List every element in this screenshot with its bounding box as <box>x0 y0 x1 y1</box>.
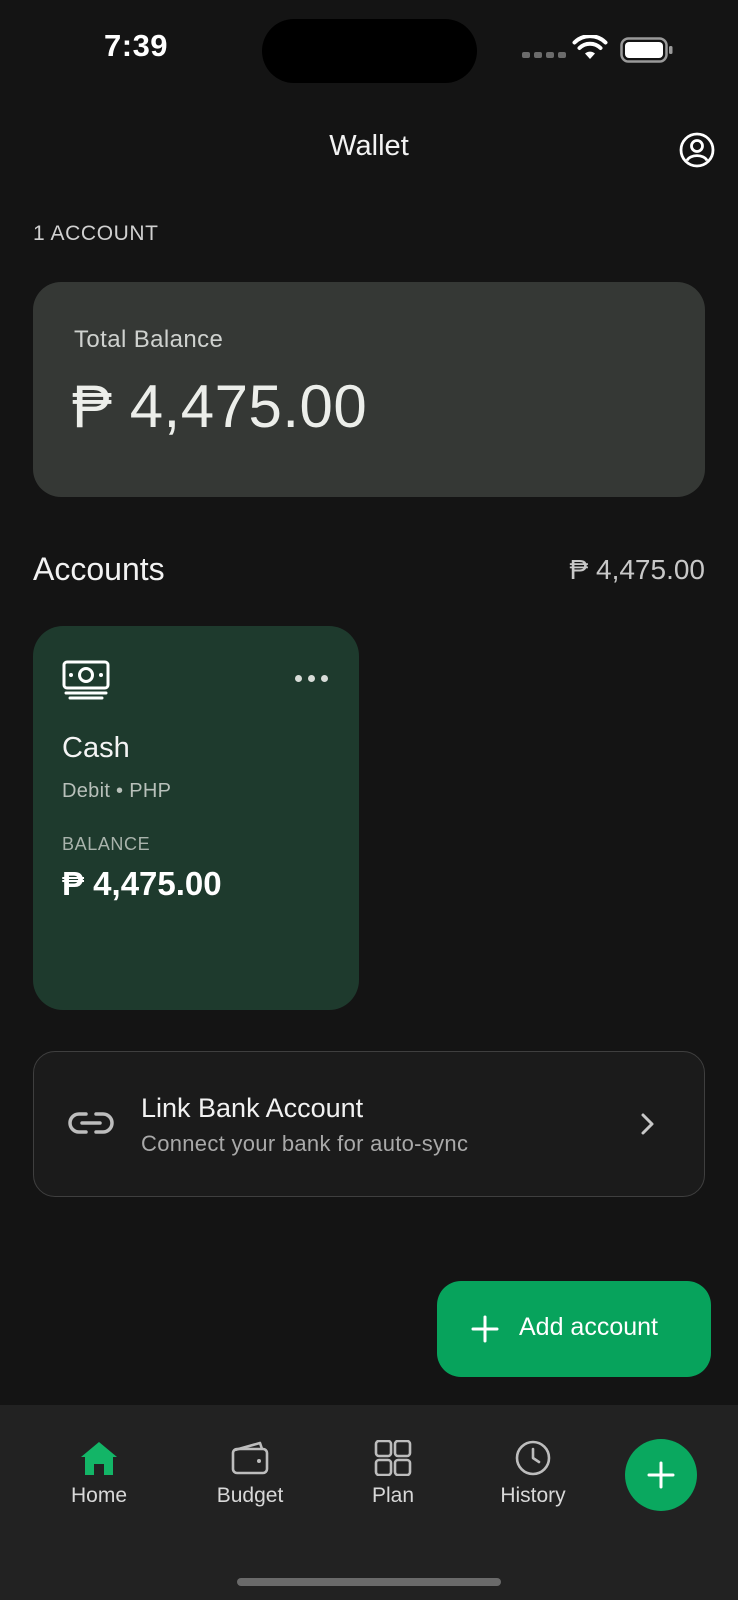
nav-label-budget: Budget <box>216 1484 284 1507</box>
dynamic-island <box>262 19 477 83</box>
wallet-icon <box>231 1441 269 1475</box>
nav-item-plan[interactable]: Plan <box>338 1440 448 1508</box>
home-indicator <box>237 1578 501 1586</box>
add-account-label: Add account <box>519 1313 658 1341</box>
nav-label-history: History <box>500 1484 566 1507</box>
accounts-section-total: ₱ 4,475.00 <box>569 554 705 585</box>
link-bank-title: Link Bank Account <box>141 1093 364 1123</box>
nav-label-home: Home <box>70 1484 128 1507</box>
clock-icon <box>515 1440 551 1476</box>
account-balance: ₱ 4,475.00 <box>62 865 222 902</box>
wifi-icon <box>572 35 608 59</box>
link-bank-subtitle: Connect your bank for auto-sync <box>141 1131 469 1156</box>
plus-icon <box>647 1461 675 1489</box>
nav-item-budget[interactable]: Budget <box>195 1440 305 1508</box>
plus-icon <box>471 1315 499 1343</box>
cellular-signal-icon <box>522 52 566 58</box>
page-title: Wallet <box>329 130 409 162</box>
quick-add-button[interactable] <box>625 1439 697 1511</box>
chevron-right-icon <box>641 1113 654 1135</box>
more-options-icon[interactable] <box>295 675 328 682</box>
account-count: 1 ACCOUNT <box>33 222 159 245</box>
nav-item-home[interactable]: Home <box>44 1440 154 1508</box>
link-icon <box>68 1112 114 1134</box>
banknote-icon <box>62 660 110 700</box>
add-account-button[interactable]: Add account <box>437 1281 711 1377</box>
home-icon <box>81 1442 117 1475</box>
account-balance-label: BALANCE <box>62 834 151 854</box>
total-balance-amount: ₱ 4,475.00 <box>72 373 368 440</box>
account-type: Debit • PHP <box>62 780 172 802</box>
nav-item-history[interactable]: History <box>478 1440 588 1508</box>
link-bank-account-button[interactable] <box>33 1051 705 1197</box>
nav-label-plan: Plan <box>371 1484 415 1507</box>
grid-icon <box>374 1440 412 1476</box>
profile-icon[interactable] <box>679 132 715 168</box>
battery-icon <box>620 37 673 63</box>
status-time: 7:39 <box>104 28 169 63</box>
account-name: Cash <box>62 732 130 764</box>
total-balance-label: Total Balance <box>74 326 224 353</box>
accounts-section-title: Accounts <box>33 551 165 587</box>
